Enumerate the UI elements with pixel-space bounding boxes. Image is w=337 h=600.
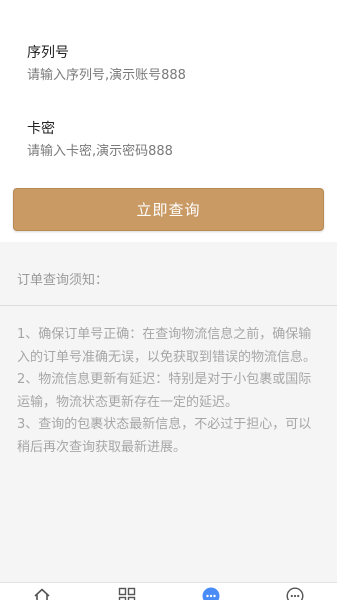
bottom-tab-bar [0,582,337,600]
card-secret-label: 卡密 [27,121,55,137]
serial-number-label: 序列号 [27,45,69,61]
notice-title: 订单查询须知： [17,273,109,288]
query-form: 序列号 卡密 立即查询 [0,0,337,242]
query-now-button[interactable]: 立即查询 [13,188,324,231]
order-query-page: 序列号 卡密 立即查询 订单查询须知： 1、确保订单号正确：在查询物流信息之前，… [0,0,337,600]
notice-item-1: 1、确保订单号正确：在查询物流信息之前，确保输入的订单号准确无误，以免获取到错误… [17,327,317,365]
notice-list: 1、确保订单号正确：在查询物流信息之前，确保输入的订单号准确无误，以免获取到错误… [17,324,322,459]
grid-icon[interactable] [118,587,136,600]
notice-divider [0,305,337,306]
card-secret-input[interactable] [27,141,317,161]
more-icon[interactable] [286,587,304,600]
notice-item-2: 2、物流信息更新有延迟：特别是对于小包裹或国际运输，物流状态更新存在一定的延迟。 [17,372,312,410]
query-notice-section: 订单查询须知： 1、确保订单号正确：在查询物流信息之前，确保输入的订单号准确无误… [0,242,337,582]
notice-item-3: 3、查询的包裹状态最新信息，不必过于担心，可以稍后再次查询获取最新进展。 [17,417,312,455]
chat-dots-icon[interactable] [202,587,220,600]
home-icon[interactable] [33,587,51,600]
serial-number-input[interactable] [27,65,317,85]
